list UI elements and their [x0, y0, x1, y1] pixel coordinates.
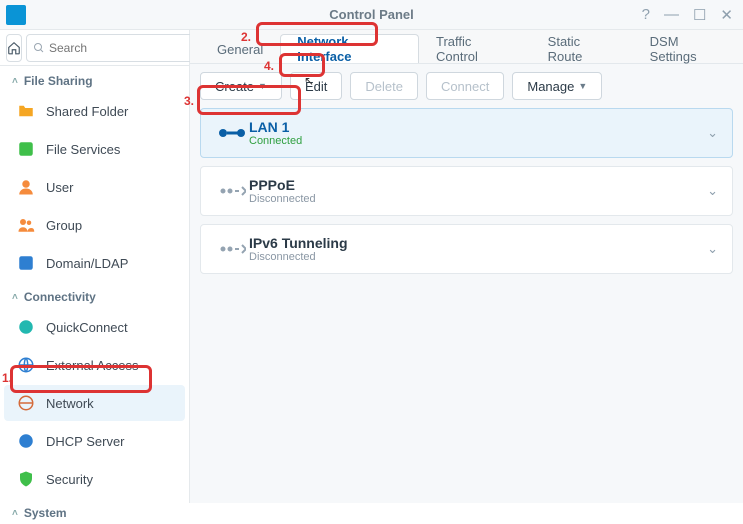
chevron-up-icon: ˄ — [12, 76, 18, 87]
chevron-up-icon: ˄ — [12, 292, 18, 303]
section-label: System — [24, 506, 67, 520]
chevron-down-icon[interactable]: ⌄ — [707, 241, 718, 257]
dhcp-icon — [16, 431, 36, 451]
home-button[interactable] — [6, 34, 22, 62]
interface-status: Connected — [249, 135, 707, 147]
window-title: Control Panel — [329, 7, 414, 22]
button-label: Edit — [305, 79, 327, 94]
sidebar-section-system[interactable]: ˄ System — [0, 498, 189, 524]
section-label: Connectivity — [24, 290, 96, 304]
sidebar-item-file-services[interactable]: File Services — [4, 131, 185, 167]
tab-general[interactable]: General — [200, 34, 280, 63]
tab-label: Traffic Control — [436, 34, 514, 64]
sidebar-item-label: QuickConnect — [46, 320, 128, 335]
sidebar-item-label: Security — [46, 472, 93, 487]
interface-ipv6-tunneling[interactable]: IPv6 Tunneling Disconnected ⌄ — [200, 224, 733, 274]
tab-traffic-control[interactable]: Traffic Control — [419, 34, 531, 63]
search-box[interactable] — [26, 34, 211, 62]
sidebar-item-shared-folder[interactable]: Shared Folder — [4, 93, 185, 129]
sidebar-item-user[interactable]: User — [4, 169, 185, 205]
sidebar-item-security[interactable]: Security — [4, 461, 185, 497]
sidebar-item-label: User — [46, 180, 73, 195]
interface-list: LAN 1 Connected ⌄ PPPoE Disconnected ⌄ I… — [190, 108, 743, 274]
chevron-down-icon[interactable]: ⌄ — [707, 183, 718, 199]
quickconnect-icon — [16, 317, 36, 337]
button-label: Connect — [441, 79, 489, 94]
pppoe-icon — [215, 183, 249, 199]
user-icon — [16, 177, 36, 197]
sidebar-item-label: Group — [46, 218, 82, 233]
interface-name: PPPoE — [249, 177, 707, 193]
sidebar-item-label: Network — [46, 396, 94, 411]
app-icon — [6, 5, 26, 25]
tunnel-icon — [215, 241, 249, 257]
tab-network-interface[interactable]: Network Interface — [280, 34, 419, 63]
delete-button[interactable]: Delete — [350, 72, 418, 100]
globe-icon — [16, 355, 36, 375]
button-label: Delete — [365, 79, 403, 94]
file-services-icon — [16, 139, 36, 159]
network-icon — [16, 393, 36, 413]
folder-icon — [16, 101, 36, 121]
sidebar-item-group[interactable]: Group — [4, 207, 185, 243]
sidebar-item-dhcp-server[interactable]: DHCP Server — [4, 423, 185, 459]
interface-pppoe[interactable]: PPPoE Disconnected ⌄ — [200, 166, 733, 216]
button-label: Manage — [527, 79, 574, 94]
lan-icon — [215, 125, 249, 141]
chevron-up-icon: ˄ — [12, 508, 18, 519]
sidebar-item-domain-ldap[interactable]: Domain/LDAP — [4, 245, 185, 281]
sidebar-item-network[interactable]: Network — [4, 385, 185, 421]
interface-lan1[interactable]: LAN 1 Connected ⌄ — [200, 108, 733, 158]
ldap-icon — [16, 253, 36, 273]
tab-label: Network Interface — [297, 34, 402, 64]
toolbar: Create ▼ Edit Delete Connect Manage ▼ — [190, 64, 743, 108]
manage-button[interactable]: Manage ▼ — [512, 72, 602, 100]
sidebar: ˄ File Sharing Shared Folder File Servic… — [0, 30, 190, 503]
minimize-icon[interactable]: — — [664, 6, 679, 24]
caret-down-icon: ▼ — [578, 81, 587, 91]
sidebar-item-label: Shared Folder — [46, 104, 128, 119]
tab-static-route[interactable]: Static Route — [531, 34, 633, 63]
sidebar-item-label: DHCP Server — [46, 434, 125, 449]
button-label: Create — [215, 79, 254, 94]
connect-button[interactable]: Connect — [426, 72, 504, 100]
search-input[interactable] — [49, 41, 204, 55]
interface-name: IPv6 Tunneling — [249, 235, 707, 251]
main-panel: General Network Interface Traffic Contro… — [190, 30, 743, 503]
create-button[interactable]: Create ▼ — [200, 72, 282, 100]
tab-label: DSM Settings — [650, 34, 726, 64]
tab-label: Static Route — [548, 34, 616, 64]
shield-icon — [16, 469, 36, 489]
caret-down-icon: ▼ — [258, 81, 267, 91]
sidebar-item-external-access[interactable]: External Access — [4, 347, 185, 383]
sidebar-section-file-sharing[interactable]: ˄ File Sharing — [0, 66, 189, 92]
sidebar-item-label: Domain/LDAP — [46, 256, 128, 271]
home-icon — [7, 41, 21, 55]
titlebar: Control Panel ? — ☐ ✕ — [0, 0, 743, 30]
tab-dsm-settings[interactable]: DSM Settings — [633, 34, 743, 63]
edit-button[interactable]: Edit — [290, 72, 342, 100]
sidebar-item-label: File Services — [46, 142, 120, 157]
sidebar-item-label: External Access — [46, 358, 139, 373]
tab-bar: General Network Interface Traffic Contro… — [190, 30, 743, 64]
interface-name: LAN 1 — [249, 119, 707, 135]
chevron-down-icon[interactable]: ⌄ — [707, 125, 718, 141]
group-icon — [16, 215, 36, 235]
sidebar-item-quickconnect[interactable]: QuickConnect — [4, 309, 185, 345]
close-icon[interactable]: ✕ — [720, 6, 733, 24]
search-icon — [33, 42, 45, 54]
sidebar-section-connectivity[interactable]: ˄ Connectivity — [0, 282, 189, 308]
interface-status: Disconnected — [249, 193, 707, 205]
tab-label: General — [217, 42, 263, 57]
interface-status: Disconnected — [249, 251, 707, 263]
section-label: File Sharing — [24, 74, 93, 88]
maximize-icon[interactable]: ☐ — [693, 6, 706, 24]
help-icon[interactable]: ? — [642, 6, 650, 24]
